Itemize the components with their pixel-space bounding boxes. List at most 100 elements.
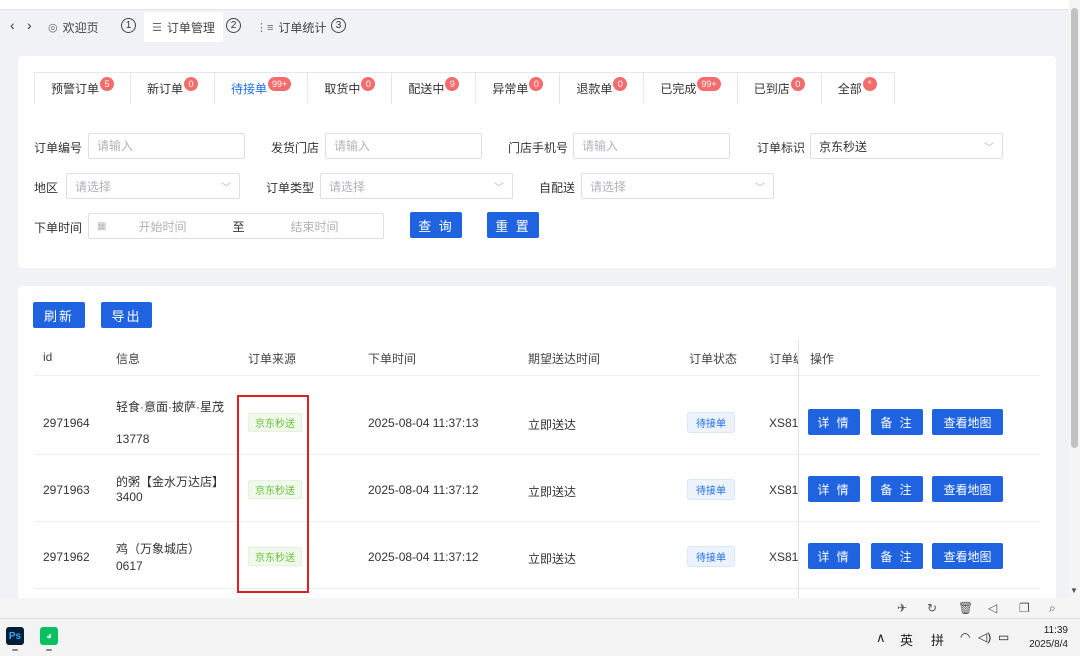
count-badge: 9 (445, 76, 460, 91)
status-tab-new[interactable]: 新订单 0 (131, 73, 216, 104)
cell-expected-time: 立即送达 (528, 418, 577, 432)
table-row: 2971963 的粥【金水万达店】 3400 京东秒送 2025-08-04 1… (34, 456, 1040, 522)
order-flag-label: 订单标识 (757, 141, 806, 155)
ime-mode[interactable]: 拼 (931, 630, 944, 649)
count-badge: 99+ (268, 76, 292, 91)
table-row: 2971964 轻食·意面·披萨·星茂 13778 京东秒送 2025-08-0… (34, 389, 1040, 455)
tool-icon-strip: ✈ ↻ 🗑 ◁ ❐ ⌕ (0, 598, 1080, 618)
cell-id: 2971964 (43, 416, 90, 430)
reset-button[interactable]: 重 置 (487, 212, 539, 238)
refresh-button[interactable]: 刷新 (33, 302, 85, 328)
status-tag: 待接单 (687, 412, 735, 433)
note-button[interactable]: 备 注 (871, 476, 923, 502)
page-tab-order-management[interactable]: ☰ 订单管理 (144, 12, 223, 42)
clock-date: 2025/8/4 (1029, 639, 1068, 650)
view-map-button[interactable]: 查看地图 (932, 409, 1003, 435)
copy-icon[interactable]: ❐ (1019, 601, 1030, 615)
status-tab-refund[interactable]: 退款单 0 (560, 73, 645, 104)
ime-language[interactable]: 英 (900, 630, 913, 649)
filter-card: 预警订单 5 新订单 0 待接单 99+ 取货中 0 配送中 9 异常单 0 退款单 0 已完… (18, 56, 1056, 268)
status-tab-abnormal[interactable]: 异常单 0 (476, 73, 561, 104)
detail-button[interactable]: 详 情 (808, 476, 860, 502)
order-type-label: 订单类型 (266, 181, 315, 195)
cell-order-time: 2025-08-04 11:37:12 (368, 550, 479, 564)
order-type-select[interactable]: 请选择 ﹀ (320, 173, 513, 199)
photoshop-icon[interactable]: Ps (6, 627, 24, 645)
status-tab-warning[interactable]: 预警订单 5 (35, 73, 132, 104)
search-icon[interactable]: ⌕ (1049, 601, 1056, 616)
order-time-label: 下单时间 (34, 221, 83, 235)
table-card: 刷新 导出 id 信息 订单来源 下单时间 期望送达时间 订单状态 订单编 操作… (18, 286, 1056, 606)
tray-expand-icon[interactable]: ∧ (876, 630, 886, 646)
order-no-input[interactable] (88, 133, 245, 159)
self-delivery-select[interactable]: 请选择 ﹀ (581, 173, 774, 199)
cell-order-time: 2025-08-04 11:37:12 (368, 483, 479, 497)
page-tab-label: 欢迎页 (62, 20, 99, 35)
count-badge: 0 (529, 76, 544, 91)
col-info: 信息 (116, 352, 141, 366)
scroll-thumb[interactable] (1071, 8, 1078, 448)
trash-icon[interactable]: 🗑 (958, 601, 973, 615)
refresh-icon[interactable]: ↻ (927, 601, 937, 615)
detail-button[interactable]: 详 情 (808, 409, 860, 435)
query-button[interactable]: 查 询 (410, 212, 462, 238)
system-clock[interactable]: 11:39 2025/8/4 (1024, 624, 1068, 652)
app-running-indicator (12, 649, 18, 651)
start-time-placeholder[interactable]: 开始时间 (138, 218, 186, 235)
ship-store-input[interactable] (325, 133, 482, 159)
chevron-down-icon: ﹀ (221, 182, 231, 194)
page-tabs-bar: ‹ › ◎ 欢迎页 1 ☰ 订单管理 2 ⋮≡ 订单统计 3 (0, 10, 1080, 42)
region-select[interactable]: 请选择 ﹀ (66, 173, 240, 199)
tabs-forward-icon[interactable]: › (27, 17, 32, 33)
count-badge: 0 (184, 76, 199, 91)
col-order-time: 下单时间 (368, 352, 417, 366)
status-tab-picking[interactable]: 取货中 0 (308, 73, 393, 104)
status-tab-all[interactable]: 全部 * (821, 73, 894, 104)
wechat-icon[interactable]: ◕ (40, 627, 58, 645)
rocket-icon[interactable]: ✈ (897, 601, 907, 615)
view-map-button[interactable]: 查看地图 (932, 543, 1003, 569)
note-button[interactable]: 备 注 (871, 543, 923, 569)
end-time-placeholder[interactable]: 结束时间 (290, 218, 338, 235)
battery-icon[interactable]: ▭ (998, 630, 1009, 644)
tabs-back-icon[interactable]: ‹ (10, 17, 15, 33)
chevron-down-icon: ﹀ (755, 182, 765, 194)
page-tab-welcome[interactable]: ◎ 欢迎页 (40, 12, 107, 42)
tab-number-icon: 2 (226, 18, 241, 33)
count-badge: 0 (790, 76, 805, 91)
status-tab-pending[interactable]: 待接单 99+ (215, 73, 309, 104)
tab-number-icon: 1 (121, 18, 136, 33)
export-button[interactable]: 导出 (101, 302, 152, 328)
scroll-down-icon[interactable]: ▼ (1070, 586, 1078, 595)
volume-icon[interactable]: ◁) (978, 630, 991, 644)
count-badge: 0 (361, 76, 376, 91)
mute-icon[interactable]: ◁ (988, 601, 997, 615)
note-button[interactable]: 备 注 (871, 409, 923, 435)
col-order-no: 订单编 (769, 352, 799, 366)
status-tab-arrived[interactable]: 已到店 0 (737, 73, 822, 104)
detail-button[interactable]: 详 情 (808, 543, 860, 569)
view-map-button[interactable]: 查看地图 (932, 476, 1003, 502)
count-badge: 99+ (697, 76, 721, 91)
count-badge: 5 (100, 76, 115, 91)
wifi-icon[interactable]: ◠ (960, 630, 970, 644)
col-actions: 操作 (810, 352, 835, 366)
order-time-range[interactable]: ▦ 开始时间 至 结束时间 (88, 213, 384, 239)
list-icon: ☰ (152, 21, 162, 34)
status-tab-delivering[interactable]: 配送中 9 (392, 73, 477, 104)
ship-store-label: 发货门店 (271, 141, 320, 155)
fixed-column-divider (798, 340, 799, 606)
count-badge: * (862, 76, 877, 91)
status-tab-completed[interactable]: 已完成 99+ (644, 73, 738, 104)
order-flag-select[interactable]: 京东秒送 ﹀ (810, 133, 1003, 159)
cell-order-no: XS810 (769, 550, 799, 564)
store-phone-input[interactable] (573, 133, 730, 159)
status-tag: 待接单 (687, 479, 735, 500)
order-flag-value: 京东秒送 (819, 139, 868, 154)
chart-icon: ⋮≡ (256, 21, 274, 34)
page-tab-order-statistics[interactable]: ⋮≡ 订单统计 (248, 12, 334, 42)
cell-id: 2971963 (43, 483, 90, 497)
cell-expected-time: 立即送达 (528, 552, 577, 566)
page-scrollbar[interactable] (1069, 0, 1080, 600)
clock-time: 11:39 (1043, 625, 1068, 636)
